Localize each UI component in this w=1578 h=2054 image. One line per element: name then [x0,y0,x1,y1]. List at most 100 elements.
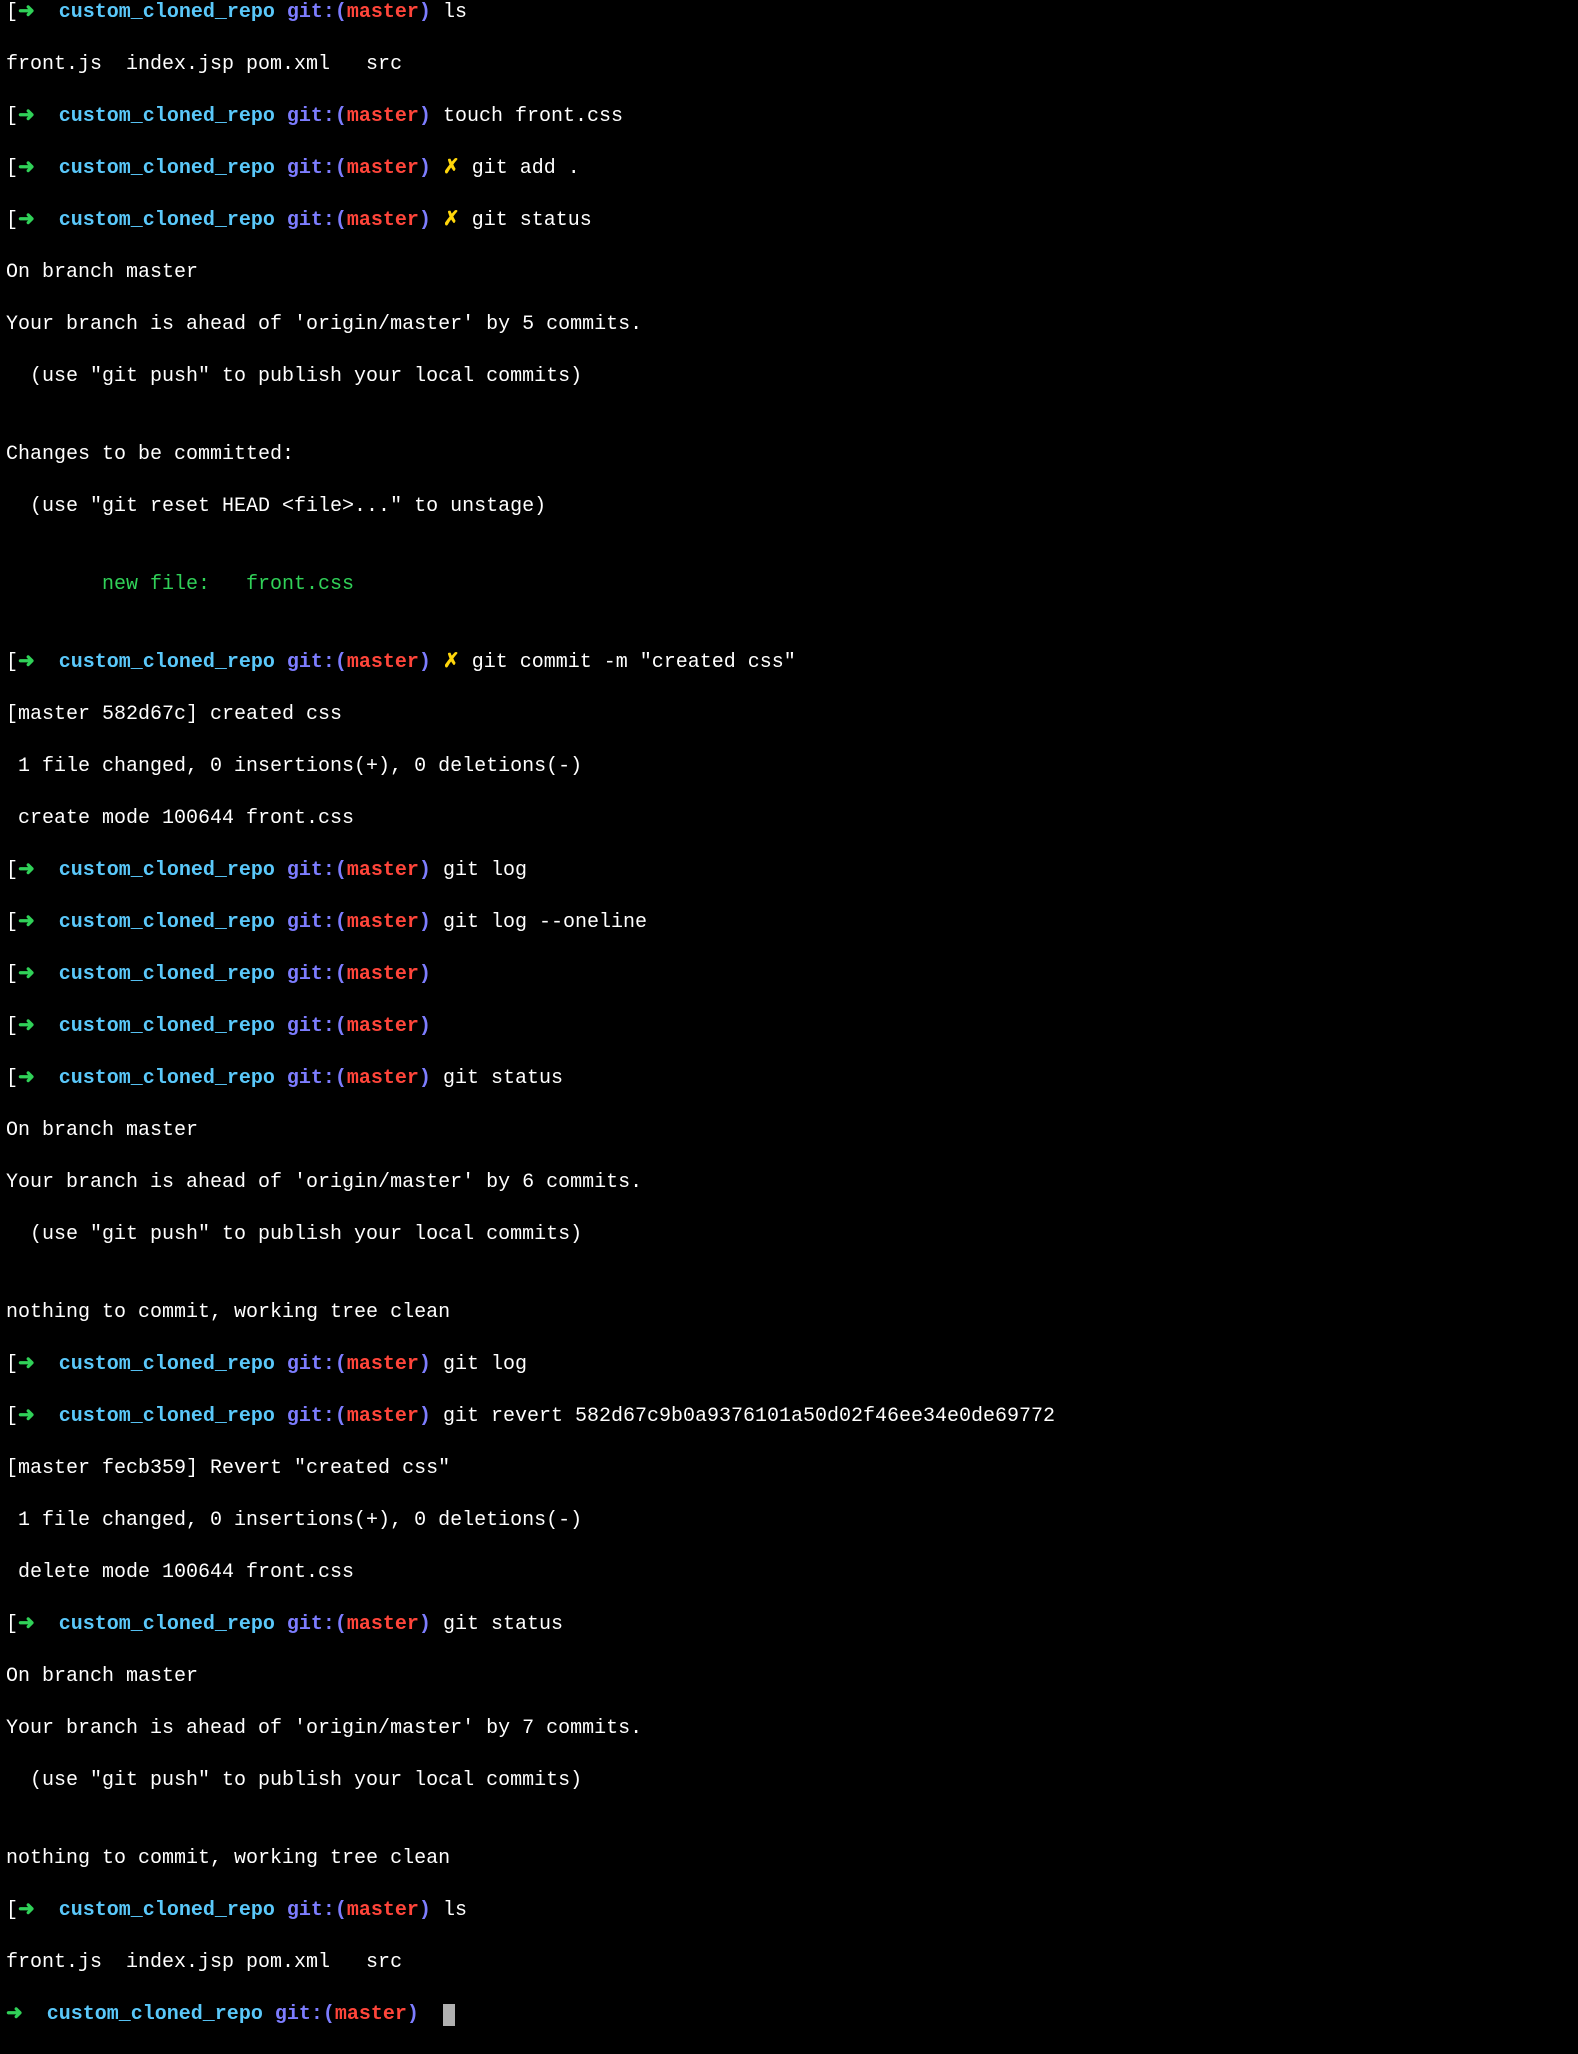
prompt-open-bracket: [ [6,1,18,24]
prompt-line: [➜ custom_cloned_repo git:(master) ls [6,1898,1572,1924]
prompt-line: [➜ custom_cloned_repo git:(master) git l… [6,858,1572,884]
output-line: (use "git push" to publish your local co… [6,1222,1572,1248]
command-text[interactable]: git log [443,1353,527,1376]
prompt-line: [➜ custom_cloned_repo git:(master) ✗ git… [6,208,1572,234]
output-line: On branch master [6,1118,1572,1144]
output-line: Your branch is ahead of 'origin/master' … [6,1716,1572,1742]
command-text[interactable]: git revert 582d67c9b0a9376101a50d02f46ee… [443,1405,1055,1428]
arrow-icon: ➜ [18,963,35,986]
git-paren-close: ) [419,911,431,934]
output-line: [master 582d67c] created css [6,702,1572,728]
git-paren-open: ( [335,105,347,128]
git-paren-close: ) [419,105,431,128]
prompt-open-bracket: [ [6,1067,18,1090]
git-label: git: [287,859,335,882]
arrow-icon: ➜ [18,859,35,882]
cursor-icon [443,2004,455,2026]
command-text[interactable]: git log --oneline [443,911,647,934]
git-branch: master [335,2003,407,2026]
git-paren-open: ( [323,2003,335,2026]
git-paren-close: ) [419,1899,431,1922]
prompt-open-bracket: [ [6,1353,18,1376]
output-line: Your branch is ahead of 'origin/master' … [6,312,1572,338]
git-label: git: [287,1405,335,1428]
git-label: git: [287,1067,335,1090]
git-paren-close: ) [419,1405,431,1428]
git-paren-close: ) [419,209,431,232]
cwd-label: custom_cloned_repo [59,1015,275,1038]
git-paren-close: ) [407,2003,419,2026]
git-label: git: [287,1,335,24]
output-line: front.js index.jsp pom.xml src [6,1950,1572,1976]
git-label: git: [287,1899,335,1922]
arrow-icon: ➜ [18,209,35,232]
prompt-line: [➜ custom_cloned_repo git:(master) git s… [6,1612,1572,1638]
git-label: git: [287,963,335,986]
command-text[interactable]: git add . [472,157,580,180]
output-line: (use "git push" to publish your local co… [6,364,1572,390]
prompt-line: [➜ custom_cloned_repo git:(master) touch… [6,104,1572,130]
git-paren-open: ( [335,911,347,934]
git-branch: master [347,859,419,882]
prompt-open-bracket: [ [6,963,18,986]
prompt-line: [➜ custom_cloned_repo git:(master) [6,1014,1572,1040]
cwd-label: custom_cloned_repo [59,209,275,232]
cwd-label: custom_cloned_repo [47,2003,263,2026]
git-paren-close: ) [419,1015,431,1038]
cwd-label: custom_cloned_repo [59,1067,275,1090]
arrow-icon: ➜ [18,1067,35,1090]
git-branch: master [347,1613,419,1636]
git-branch: master [347,963,419,986]
git-paren-open: ( [335,1353,347,1376]
prompt-open-bracket: [ [6,105,18,128]
command-text[interactable]: ls [443,1899,467,1922]
arrow-icon: ➜ [18,105,35,128]
terminal[interactable]: [➜ custom_cloned_repo git:(master) ls fr… [0,0,1578,2054]
git-paren-close: ) [419,1353,431,1376]
prompt-open-bracket: [ [6,1015,18,1038]
git-paren-close: ) [419,1,431,24]
git-dirty-icon: ✗ [443,209,460,232]
git-paren-close: ) [419,963,431,986]
git-paren-open: ( [335,651,347,674]
arrow-icon: ➜ [18,1,35,24]
command-text[interactable]: touch front.css [443,105,623,128]
git-paren-close: ) [419,1613,431,1636]
output-line: (use "git push" to publish your local co… [6,1768,1572,1794]
cwd-label: custom_cloned_repo [59,1,275,24]
cwd-label: custom_cloned_repo [59,157,275,180]
output-line: front.js index.jsp pom.xml src [6,52,1572,78]
git-dirty-icon: ✗ [443,651,460,674]
git-paren-open: ( [335,1015,347,1038]
git-branch: master [347,1,419,24]
command-text[interactable]: git log [443,859,527,882]
git-dirty-icon: ✗ [443,157,460,180]
git-paren-close: ) [419,651,431,674]
command-text[interactable]: git status [443,1613,563,1636]
command-text[interactable]: git status [443,1067,563,1090]
prompt-open-bracket: [ [6,859,18,882]
git-paren-open: ( [335,1,347,24]
cwd-label: custom_cloned_repo [59,911,275,934]
output-line: nothing to commit, working tree clean [6,1846,1572,1872]
git-paren-open: ( [335,209,347,232]
cwd-label: custom_cloned_repo [59,1405,275,1428]
prompt-line: [➜ custom_cloned_repo git:(master) git l… [6,910,1572,936]
command-text[interactable]: git status [472,209,592,232]
arrow-icon: ➜ [6,2003,23,2026]
output-line: On branch master [6,1664,1572,1690]
cwd-label: custom_cloned_repo [59,963,275,986]
git-paren-open: ( [335,1899,347,1922]
git-paren-close: ) [419,157,431,180]
git-branch: master [347,209,419,232]
prompt-open-bracket: [ [6,209,18,232]
command-text[interactable]: git commit -m "created css" [472,651,796,674]
output-line: (use "git reset HEAD <file>..." to unsta… [6,494,1572,520]
prompt-line: [➜ custom_cloned_repo git:(master) ls [6,0,1572,26]
cwd-label: custom_cloned_repo [59,859,275,882]
prompt-open-bracket: [ [6,1899,18,1922]
git-paren-open: ( [335,1405,347,1428]
command-text[interactable]: ls [443,1,467,24]
arrow-icon: ➜ [18,1405,35,1428]
cwd-label: custom_cloned_repo [59,1899,275,1922]
